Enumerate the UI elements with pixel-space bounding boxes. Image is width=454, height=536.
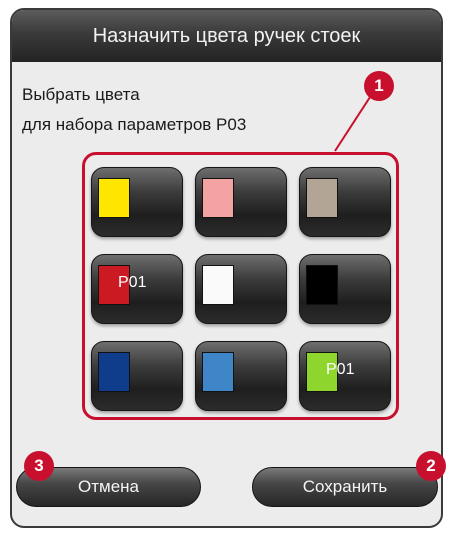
callout-marker-3: 3 bbox=[24, 451, 54, 481]
callout-marker-2: 2 bbox=[416, 451, 446, 481]
callout-marker-1: 1 bbox=[364, 71, 394, 101]
